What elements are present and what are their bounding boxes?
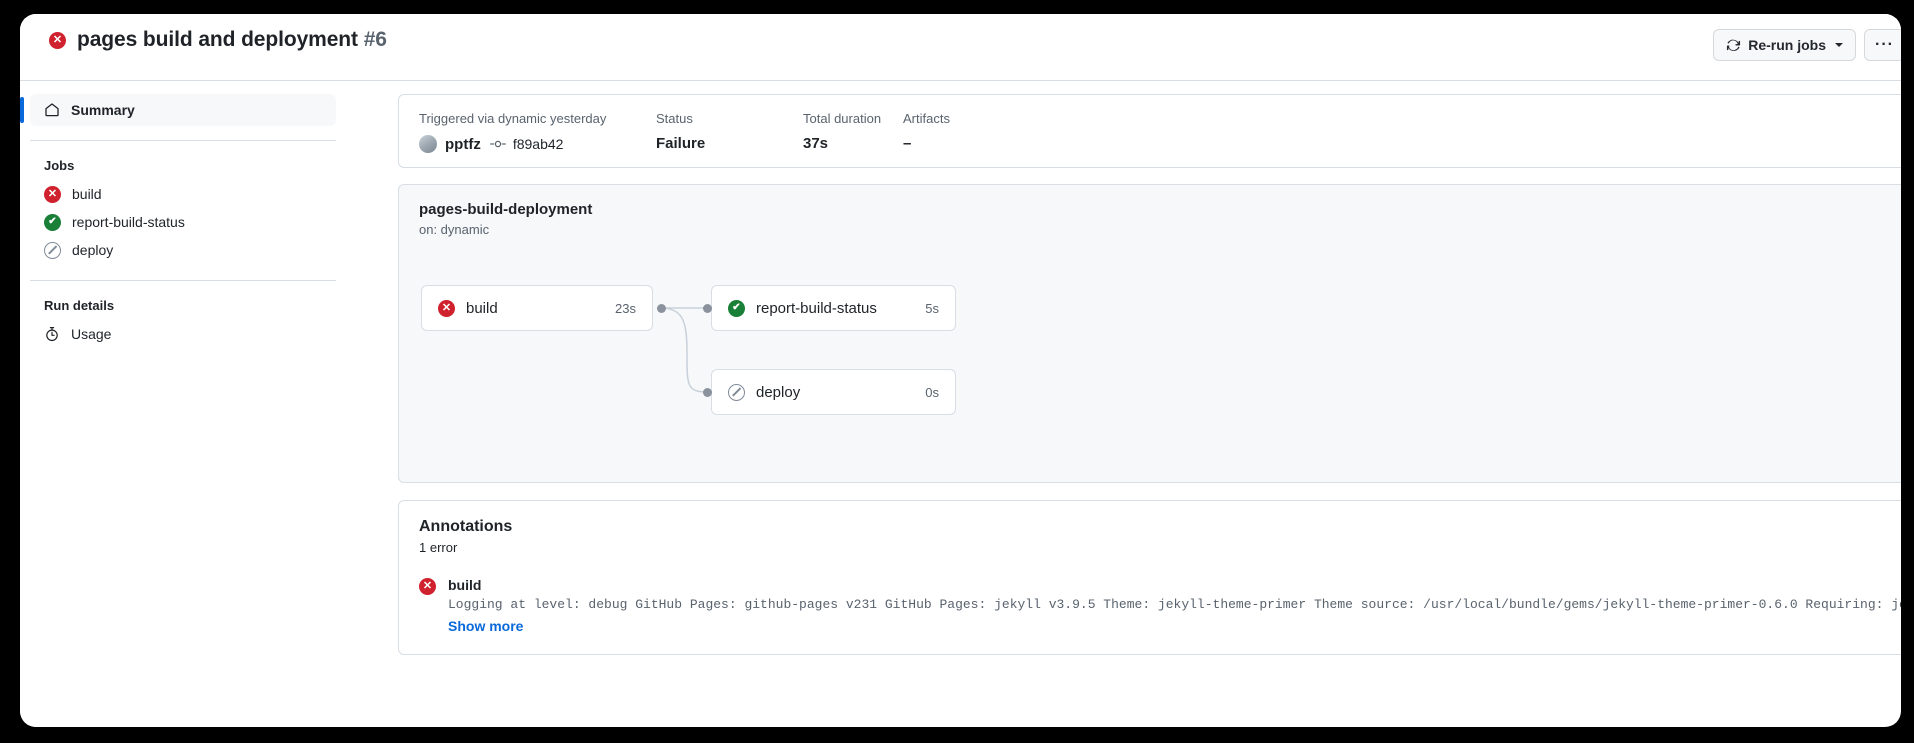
kebab-icon: ··· bbox=[1875, 36, 1894, 53]
page-header: ✕ pages build and deployment #6 Re-run j… bbox=[20, 14, 1901, 81]
graph-node-duration: 5s bbox=[925, 300, 939, 316]
sidebar: Summary Jobs ✕ build ✔ report-build-stat… bbox=[20, 81, 360, 727]
sidebar-item-report-build-status[interactable]: ✔ report-build-status bbox=[44, 208, 336, 236]
graph-node-duration: 23s bbox=[615, 300, 636, 316]
sidebar-divider-2 bbox=[30, 280, 336, 281]
sidebar-job-label: report-build-status bbox=[72, 214, 185, 230]
annotations-card: Annotations 1 error ✕ build Logging at l… bbox=[398, 500, 1901, 655]
commit-sha[interactable]: f89ab42 bbox=[513, 136, 564, 152]
graph-node-input-dot bbox=[703, 304, 712, 313]
check-circle-fill-icon: ✔ bbox=[44, 213, 61, 231]
graph-node-build[interactable]: ✕ build 23s bbox=[421, 285, 653, 331]
x-circle-fill-icon: ✕ bbox=[49, 31, 66, 49]
avatar bbox=[419, 135, 437, 153]
re-run-jobs-label: Re-run jobs bbox=[1748, 37, 1827, 53]
graph-node-input-dot bbox=[703, 388, 712, 397]
annotation-job-name: build bbox=[448, 577, 482, 593]
graph-node-label: deploy bbox=[756, 383, 801, 401]
sidebar-item-usage[interactable]: Usage bbox=[44, 320, 336, 348]
header-actions: Re-run jobs ··· bbox=[1713, 29, 1901, 61]
show-more-link[interactable]: Show more bbox=[448, 618, 1901, 634]
meta-trigger-label: Triggered via dynamic yesterday bbox=[419, 111, 607, 126]
graph-node-report-build-status[interactable]: ✔ report-build-status 5s bbox=[711, 285, 956, 331]
sidebar-job-label: deploy bbox=[72, 242, 114, 258]
meta-artifacts: Artifacts – bbox=[903, 111, 950, 153]
sidebar-group-jobs: Jobs bbox=[44, 158, 75, 173]
sidebar-item-deploy[interactable]: deploy bbox=[44, 236, 336, 264]
annotation-body: build Logging at level: debug GitHub Pag… bbox=[448, 577, 1901, 634]
main-content: Triggered via dynamic yesterday pptfz f8… bbox=[360, 81, 1901, 727]
meta-duration-value: 37s bbox=[803, 135, 829, 152]
sidebar-job-label: build bbox=[72, 186, 102, 202]
graph-node-label: report-build-status bbox=[756, 299, 877, 317]
actor-name[interactable]: pptfz bbox=[445, 136, 481, 153]
more-options-button[interactable]: ··· bbox=[1864, 29, 1901, 61]
meta-trigger-value: pptfz f89ab42 bbox=[419, 135, 656, 153]
meta-artifacts-label: Artifacts bbox=[903, 111, 950, 126]
skip-circle-icon bbox=[44, 241, 61, 259]
sidebar-item-build[interactable]: ✕ build bbox=[44, 180, 336, 208]
stopwatch-icon bbox=[46, 327, 58, 342]
page-body: Summary Jobs ✕ build ✔ report-build-stat… bbox=[20, 81, 1901, 727]
x-circle-fill-icon: ✕ bbox=[419, 578, 436, 595]
sidebar-item-label-usage: Usage bbox=[71, 326, 112, 342]
run-meta-row: Triggered via dynamic yesterday pptfz f8… bbox=[419, 111, 1901, 153]
commit-icon bbox=[489, 138, 506, 150]
meta-status: Status Failure bbox=[656, 111, 803, 153]
annotation-message: Logging at level: debug GitHub Pages: gi… bbox=[448, 597, 1901, 612]
annotation-item: ✕ build Logging at level: debug GitHub P… bbox=[419, 577, 1901, 634]
meta-status-label: Status bbox=[656, 111, 693, 126]
meta-status-value: Failure bbox=[656, 135, 706, 152]
workflow-graph-card: pages-build-deployment on: dynamic ✕ bui… bbox=[398, 184, 1901, 483]
run-title-text: pages build and deployment #6 bbox=[77, 28, 387, 52]
graph-node-deploy[interactable]: deploy 0s bbox=[711, 369, 956, 415]
sync-icon bbox=[1727, 39, 1741, 51]
re-run-jobs-button[interactable]: Re-run jobs bbox=[1713, 29, 1857, 61]
run-summary-card: Triggered via dynamic yesterday pptfz f8… bbox=[398, 94, 1901, 168]
sidebar-item-summary[interactable]: Summary bbox=[20, 94, 336, 126]
page-title: ✕ pages build and deployment #6 bbox=[49, 28, 387, 52]
sidebar-group-run-details: Run details bbox=[44, 298, 115, 313]
home-icon bbox=[45, 103, 59, 117]
graph-node-output-dot bbox=[657, 304, 666, 313]
workflow-title: pages build and deployment bbox=[77, 28, 358, 51]
annotations-count: 1 error bbox=[419, 540, 458, 555]
annotations-title: Annotations bbox=[419, 518, 513, 535]
skip-circle-icon bbox=[728, 383, 745, 401]
sidebar-divider-1 bbox=[30, 140, 336, 141]
graph-node-label: build bbox=[466, 299, 498, 317]
meta-duration: Total duration 37s bbox=[803, 111, 903, 153]
chevron-down-icon bbox=[1835, 43, 1844, 47]
app-window: ✕ pages build and deployment #6 Re-run j… bbox=[20, 14, 1901, 727]
run-number: #6 bbox=[363, 28, 387, 51]
sidebar-item-label-summary: Summary bbox=[71, 102, 135, 118]
graph-edges bbox=[660, 307, 708, 393]
x-circle-fill-icon: ✕ bbox=[44, 185, 61, 203]
x-circle-fill-icon: ✕ bbox=[438, 299, 455, 317]
meta-duration-label: Total duration bbox=[803, 111, 882, 126]
meta-artifacts-value: – bbox=[903, 135, 912, 152]
meta-trigger: Triggered via dynamic yesterday pptfz f8… bbox=[419, 111, 656, 153]
workflow-graph-canvas[interactable]: ✕ build 23s ✔ report-build-status 5s dep… bbox=[399, 185, 1901, 482]
graph-node-duration: 0s bbox=[925, 384, 939, 400]
check-circle-fill-icon: ✔ bbox=[728, 299, 745, 317]
